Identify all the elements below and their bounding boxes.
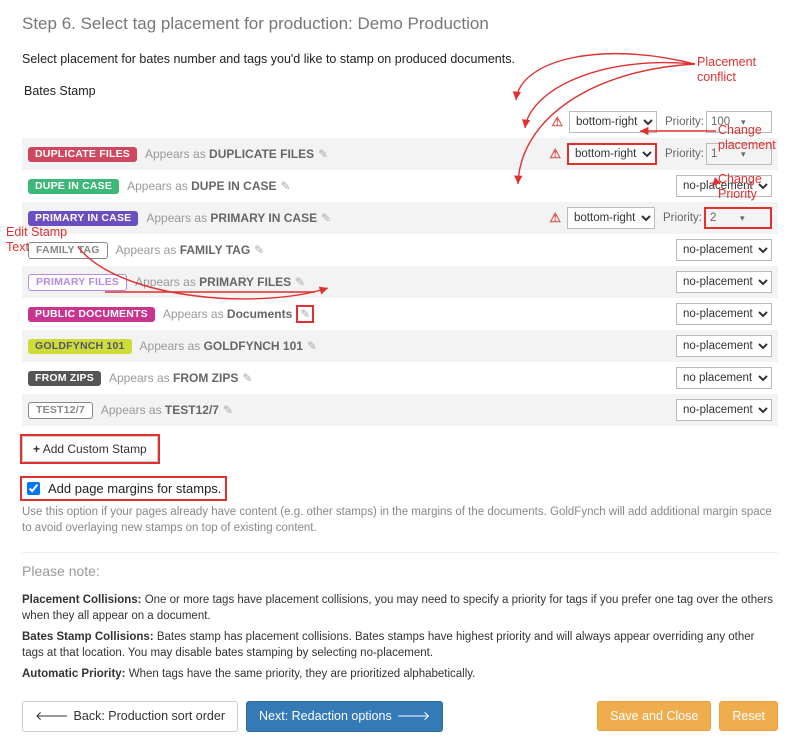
placement-select[interactable]: no-placement <box>676 175 772 197</box>
placement-select[interactable]: no-placement <box>676 239 772 261</box>
placement-select[interactable]: no-placement <box>676 303 772 325</box>
tag-row: DUPLICATE FILES Appears as DUPLICATE FILE… <box>22 138 778 170</box>
placement-select[interactable]: no-placement <box>676 271 772 293</box>
appears-as-text: Appears as FROM ZIPS <box>109 371 238 385</box>
warning-icon: ⚠ <box>549 146 561 162</box>
please-note-heading: Please note: <box>22 563 778 579</box>
tag-row: TEST12/7 Appears as TEST12/7 ✎ no-placement <box>22 394 778 426</box>
tag-badge: PUBLIC DOCUMENTS <box>28 307 155 322</box>
add-margins-label: Add page margins for stamps. <box>48 481 221 496</box>
tag-badge: DUPLICATE FILES <box>28 147 137 162</box>
priority-select[interactable]: 1▾ <box>706 143 772 165</box>
tag-row: FAMILY TAG Appears as FAMILY TAG✎ no-place… <box>22 234 778 266</box>
placement-select[interactable]: bottom-right <box>567 143 657 165</box>
tag-row: PUBLIC DOCUMENTS Appears as Documents ✎ no-… <box>22 298 778 330</box>
tag-row: DUPE IN CASE Appears as DUPE IN CASE ✎ no-p… <box>22 170 778 202</box>
tag-row: GOLDFYNCH 101 Appears as GOLDFYNCH 101 ✎ no… <box>22 330 778 362</box>
add-margins-checkbox[interactable] <box>27 482 40 495</box>
priority-select[interactable]: 2▾ <box>704 207 772 229</box>
tag-badge: PRIMARY FILES <box>28 274 127 291</box>
edit-stamp-icon[interactable]: ✎ <box>223 403 233 417</box>
bates-heading: Bates Stamp <box>24 84 778 98</box>
placement-select[interactable]: no-placement <box>676 335 772 357</box>
warning-icon: ⚠ <box>549 210 561 226</box>
intro-text: Select placement for bates number and ta… <box>22 52 778 66</box>
appears-as-text: Appears as PRIMARY FILES <box>135 275 291 289</box>
priority-label: Priority: <box>665 116 704 128</box>
edit-stamp-icon[interactable]: ✎ <box>281 179 291 193</box>
step-title: Step 6. Select tag placement for product… <box>22 14 778 34</box>
appears-as-text: Appears as DUPE IN CASE <box>127 179 276 193</box>
appears-as-text: Appears as TEST12/7 <box>101 403 219 417</box>
edit-stamp-icon[interactable]: ✎ <box>295 275 305 289</box>
edit-stamp-icon[interactable]: ✎ <box>254 243 264 257</box>
bates-placement-select[interactable]: bottom-right <box>569 111 657 133</box>
add-margins-help: Use this option if your pages already ha… <box>22 504 778 536</box>
tag-badge: TEST12/7 <box>28 402 93 419</box>
bates-priority-select[interactable]: 100▾ <box>706 111 772 133</box>
tag-row: PRIMARY IN CASE Appears as PRIMARY IN CAS… <box>22 202 778 234</box>
appears-as-text: Appears as FAMILY TAG <box>116 243 251 257</box>
priority-label: Priority: <box>663 212 702 224</box>
edit-stamp-icon[interactable]: ✎ <box>321 211 331 225</box>
edit-stamp-icon[interactable]: ✎ <box>307 339 317 353</box>
edit-stamp-icon[interactable]: ✎ <box>318 147 328 161</box>
save-close-button[interactable]: Save and Close <box>597 701 711 731</box>
tag-badge: DUPE IN CASE <box>28 179 119 194</box>
placement-select[interactable]: bottom-right <box>567 207 655 229</box>
placement-select[interactable]: no placement <box>676 367 772 389</box>
appears-as-text: Appears as DUPLICATE FILES <box>145 147 314 161</box>
reset-button[interactable]: Reset <box>719 701 778 731</box>
tag-badge: GOLDFYNCH 101 <box>28 339 132 354</box>
edit-stamp-icon[interactable]: ✎ <box>242 371 252 385</box>
tag-row: PRIMARY FILES Appears as PRIMARY FILES ✎ no… <box>22 266 778 298</box>
back-button[interactable]: 🡐 Back: Production sort order <box>22 701 238 732</box>
warning-icon: ⚠ <box>551 114 563 130</box>
notes-block: Placement Collisions: One or more tags h… <box>22 593 778 683</box>
next-button[interactable]: Next: Redaction options 🡒 <box>246 701 443 732</box>
arrow-left-icon: 🡐 <box>35 709 69 724</box>
tag-badge: FAMILY TAG <box>28 242 108 259</box>
tag-badge: PRIMARY IN CASE <box>28 211 138 226</box>
arrow-right-icon: 🡒 <box>397 709 431 724</box>
tag-badge: FROM ZIPS <box>28 371 101 386</box>
appears-as-text: Appears as GOLDFYNCH 101 <box>140 339 303 353</box>
appears-as-text: Appears as PRIMARY IN CASE <box>146 211 317 225</box>
priority-label: Priority: <box>665 148 704 160</box>
add-custom-stamp-button[interactable]: + Add Custom Stamp <box>22 436 158 462</box>
placement-select[interactable]: no-placement <box>676 399 772 421</box>
edit-stamp-icon[interactable]: ✎ <box>296 305 314 323</box>
bates-row: ⚠ bottom-right Priority: 100▾ <box>22 106 778 138</box>
appears-as-text: Appears as Documents <box>163 307 292 321</box>
tag-row: FROM ZIPS Appears as FROM ZIPS ✎ no placeme… <box>22 362 778 394</box>
